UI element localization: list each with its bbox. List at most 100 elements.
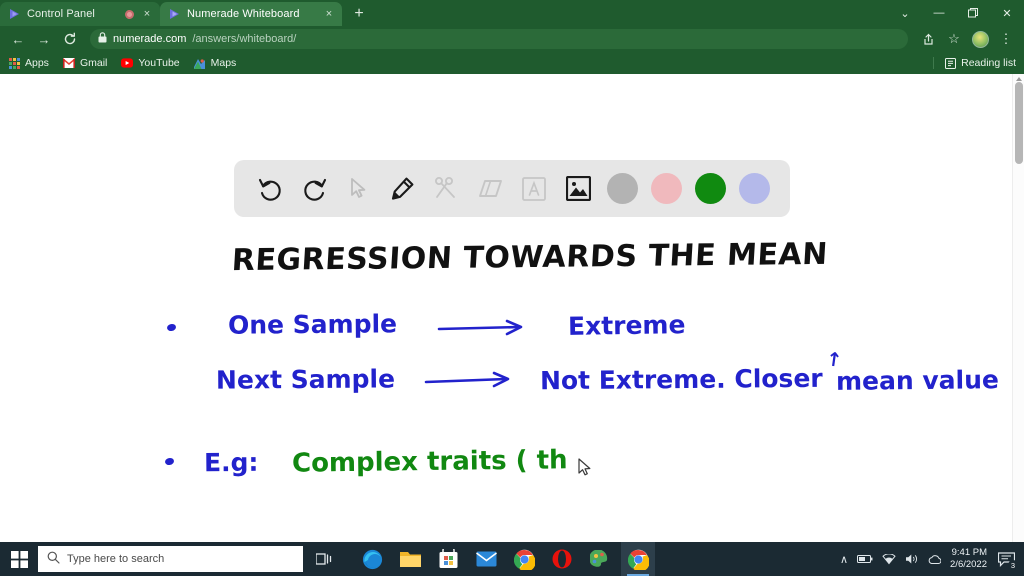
image-icon[interactable] (560, 171, 596, 207)
bookmark-gmail[interactable]: Gmail (62, 57, 108, 69)
taskbar-app-paint[interactable] (583, 542, 617, 576)
windows-taskbar: Type here to search ∧ 9:41 PM 2/6/2022 3 (0, 542, 1024, 576)
url-domain: numerade.com (113, 33, 187, 45)
maps-icon (194, 57, 206, 69)
ink-line-one-sample: One Sample (227, 309, 398, 340)
tab-title: Control Panel (27, 8, 95, 20)
navigation-bar: ← → numerade.com/answers/whiteboard/ ☆ ⋮ (0, 26, 1024, 52)
bookmark-label: Apps (25, 57, 49, 69)
notification-count: 3 (1008, 560, 1018, 570)
ink-arrow-1 (437, 319, 523, 336)
scissors-icon[interactable] (428, 171, 464, 207)
back-icon[interactable]: ← (6, 28, 30, 50)
ink-complex-traits: Complex traits ( th (291, 445, 568, 479)
maximize-button[interactable] (956, 0, 990, 26)
apps-grid-icon (8, 57, 20, 69)
taskbar-app-list (355, 542, 655, 576)
whiteboard-toolbar (234, 160, 790, 217)
window-controls: ⌄ — ✕ (888, 0, 1024, 26)
share-icon[interactable] (916, 28, 940, 50)
taskbar-clock[interactable]: 9:41 PM 2/6/2022 (950, 547, 987, 571)
bookmark-youtube[interactable]: YouTube (121, 57, 180, 69)
bookmark-label: Maps (210, 57, 237, 69)
taskbar-app-file-explorer[interactable] (393, 542, 427, 576)
browser-window: Control Panel × Numerade Whiteboard × + … (0, 0, 1024, 576)
color-swatch-grey[interactable] (604, 171, 640, 207)
bookmark-star-icon[interactable]: ☆ (942, 28, 966, 50)
task-view-icon[interactable] (303, 542, 345, 576)
bookmarks-bar: Apps Gmail YouTube Maps Reading list (0, 52, 1024, 74)
paint-icon (589, 549, 607, 567)
bookmark-apps[interactable]: Apps (8, 57, 49, 69)
taskbar-app-chrome-active[interactable] (621, 542, 655, 576)
wifi-icon[interactable] (882, 553, 896, 565)
taskbar-app-mail[interactable] (469, 542, 503, 576)
battery-icon[interactable] (857, 554, 873, 564)
tab-control-panel[interactable]: Control Panel × (0, 2, 160, 26)
windows-logo-icon (10, 550, 28, 568)
tab-close-icon[interactable]: × (322, 7, 336, 21)
minimize-button[interactable]: — (922, 0, 956, 26)
ink-title: REGRESSION TOWARDS THE MEAN (230, 236, 829, 279)
edge-icon (362, 549, 382, 569)
whiteboard-canvas[interactable]: REGRESSION TOWARDS THE MEAN One Sample E… (0, 74, 1024, 542)
undo-arrow-icon[interactable] (252, 171, 288, 207)
bookmark-maps[interactable]: Maps (194, 57, 237, 69)
ink-eg-label: E.g: (203, 447, 259, 478)
reading-list-label: Reading list (961, 57, 1016, 69)
system-tray: ∧ 9:41 PM 2/6/2022 3 (840, 547, 1024, 571)
search-placeholder: Type here to search (67, 553, 165, 565)
taskbar-app-opera[interactable] (545, 542, 579, 576)
search-input[interactable]: Type here to search (38, 546, 303, 572)
tab-title: Numerade Whiteboard (187, 8, 300, 20)
recording-indicator-icon (125, 9, 134, 19)
file-explorer-icon (399, 552, 421, 567)
start-button[interactable] (0, 542, 38, 576)
tab-numerade-whiteboard[interactable]: Numerade Whiteboard × (160, 2, 342, 26)
scrollbar-thumb[interactable] (1015, 82, 1023, 164)
numerade-logo-icon (8, 8, 21, 21)
scroll-up-arrow-icon[interactable] (1016, 77, 1022, 81)
forward-icon[interactable]: → (32, 28, 56, 50)
opera-icon (552, 549, 572, 569)
url-path: /answers/whiteboard/ (192, 33, 297, 45)
chrome-icon (513, 549, 535, 570)
color-swatch-lavender[interactable] (736, 171, 772, 207)
reload-icon[interactable] (58, 28, 82, 50)
ink-bullet-marker (166, 323, 177, 332)
clock-date: 2/6/2022 (950, 559, 987, 570)
tab-strip: Control Panel × Numerade Whiteboard × + … (0, 0, 1024, 26)
redo-arrow-icon[interactable] (296, 171, 332, 207)
youtube-icon (121, 57, 134, 69)
taskbar-app-chrome[interactable] (507, 542, 541, 576)
mouse-cursor-icon (578, 458, 591, 476)
new-tab-button[interactable]: + (346, 2, 372, 26)
eraser-icon[interactable] (472, 171, 508, 207)
lock-icon (98, 32, 107, 46)
chrome-icon (627, 549, 649, 570)
color-swatch-green[interactable] (692, 171, 728, 207)
clock-time: 9:41 PM (951, 547, 987, 559)
avatar[interactable] (968, 28, 992, 50)
ink-word-extreme: Extreme (567, 310, 686, 341)
ink-mean-value: mean value (835, 365, 1000, 396)
reading-list-button[interactable]: Reading list (933, 57, 1016, 69)
chrome-menu-icon[interactable]: ⋮ (994, 28, 1018, 50)
text-a-icon[interactable] (516, 171, 552, 207)
tab-close-icon[interactable]: × (140, 7, 154, 21)
tray-overflow-chevron-up-icon[interactable]: ∧ (840, 553, 848, 566)
tab-search-chevron-down-icon[interactable]: ⌄ (888, 0, 922, 26)
bookmark-label: Gmail (79, 57, 108, 69)
numerade-logo-icon (168, 8, 181, 21)
address-bar[interactable]: numerade.com/answers/whiteboard/ (90, 29, 908, 49)
taskbar-app-store[interactable] (431, 542, 465, 576)
cursor-arrow-icon[interactable] (340, 171, 376, 207)
volume-icon[interactable] (905, 553, 919, 565)
notification-icon[interactable]: 3 (996, 549, 1018, 570)
page-scrollbar[interactable] (1012, 74, 1024, 542)
color-swatch-pink[interactable] (648, 171, 684, 207)
pen-icon[interactable] (384, 171, 420, 207)
close-window-button[interactable]: ✕ (990, 0, 1024, 26)
taskbar-app-edge[interactable] (355, 542, 389, 576)
onedrive-icon[interactable] (928, 553, 942, 565)
